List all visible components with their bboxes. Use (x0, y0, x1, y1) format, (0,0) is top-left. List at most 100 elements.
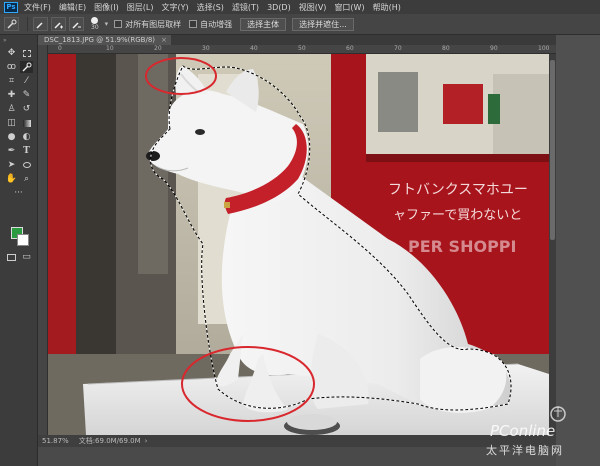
quick-select-tool[interactable] (20, 61, 33, 73)
blur-icon: ● (7, 132, 16, 142)
document-tab-title: DSC_1813.JPG @ 51.9%(RGB/8) (44, 36, 156, 44)
type-tool[interactable]: T (20, 145, 33, 157)
tool-preset-picker[interactable] (4, 17, 19, 31)
menu-image[interactable]: 图像(I) (94, 2, 119, 13)
ruler-tick-label: 90 (490, 45, 498, 52)
divider (27, 17, 28, 31)
hand-icon: ✋ (5, 174, 18, 184)
ruler-tick-label: 80 (442, 45, 450, 52)
zoom-level[interactable]: 51.87% (42, 437, 69, 445)
dodge-tool[interactable]: ◐ (20, 131, 33, 143)
select-and-mask-button[interactable]: 选择并遮住... (292, 17, 354, 31)
brush-tool[interactable]: ✎ (20, 89, 33, 101)
history-brush-tool[interactable]: ↺ (20, 103, 33, 115)
brush-size-value: 30 (91, 24, 99, 31)
eraser-tool[interactable]: ◫ (5, 117, 18, 129)
path-select-icon: ➤ (7, 160, 16, 170)
ruler-tick-label: 70 (394, 45, 402, 52)
zoom-tool[interactable]: ⌕ (20, 173, 33, 185)
eyedropper-tool[interactable]: ⁄ (20, 75, 33, 87)
document-tab-bar: DSC_1813.JPG @ 51.9%(RGB/8) × (38, 35, 600, 45)
gradient-tool[interactable] (20, 117, 33, 129)
move-icon: ✥ (7, 48, 16, 58)
menu-3d[interactable]: 3D(D) (267, 3, 291, 12)
chevron-down-icon[interactable]: ▾ (105, 20, 109, 28)
background-color-swatch[interactable] (17, 234, 29, 246)
pconline-watermark: PConline 太平洋电脑网 (468, 404, 598, 460)
pen-tool[interactable]: ✒ (5, 145, 18, 157)
new-selection-button[interactable] (33, 17, 48, 31)
document-canvas[interactable]: フトバンクスマホユー ャファーで買わないと PER SHOPPI (48, 54, 549, 435)
brush-size-picker[interactable]: 30 (91, 17, 99, 31)
brush-add-icon (54, 21, 63, 29)
zoom-icon: ⌕ (23, 174, 30, 184)
screen-mode-button[interactable]: ▭ (20, 251, 33, 263)
menu-layer[interactable]: 图层(L) (127, 2, 154, 13)
healing-brush-icon: ✚ (7, 90, 16, 100)
blur-tool[interactable]: ● (5, 131, 18, 143)
subtract-from-selection-button[interactable] (69, 17, 84, 31)
ruler-tick-label: 40 (250, 45, 258, 52)
menu-help[interactable]: 帮助(H) (373, 2, 401, 13)
ruler-tick-label: 0 (58, 45, 62, 52)
document-tab[interactable]: DSC_1813.JPG @ 51.9%(RGB/8) × (38, 35, 171, 45)
scroll-thumb[interactable] (550, 60, 555, 240)
quick-mask-button[interactable] (5, 251, 18, 263)
menu-edit[interactable]: 编辑(E) (59, 2, 86, 13)
brush-subtract-icon (72, 21, 81, 29)
stamp-tool[interactable]: ♙ (5, 103, 18, 115)
select-subject-button[interactable]: 选择主体 (240, 17, 287, 31)
menu-filter[interactable]: 滤镜(T) (232, 2, 259, 13)
quick-mask-icon (7, 253, 16, 261)
marquee-tool[interactable] (20, 47, 33, 59)
status-menu-arrow-icon[interactable]: › (145, 437, 148, 445)
ruler-tick-label: 30 (202, 45, 210, 52)
ellipse-shape-icon (22, 162, 31, 168)
healing-tool[interactable]: ✚ (5, 89, 18, 101)
shape-tool[interactable] (20, 159, 33, 171)
sample-all-layers-label: 对所有图层取样 (125, 19, 182, 29)
eyedropper-icon: ⁄ (25, 76, 28, 86)
store-sign-text-2: ャファーで買わないと (393, 208, 522, 223)
ruler-tick-label: 50 (298, 45, 306, 52)
menu-file[interactable]: 文件(F) (24, 2, 51, 13)
ruler-tick-label: 20 (154, 45, 162, 52)
menu-select[interactable]: 选择(S) (197, 2, 224, 13)
more-tools[interactable]: ··· (12, 187, 25, 199)
menu-bar: Ps 文件(F) 编辑(E) 图像(I) 图层(L) 文字(Y) 选择(S) 滤… (0, 0, 600, 14)
vertical-ruler (38, 45, 48, 435)
ruler-tick-label: 60 (346, 45, 354, 52)
close-icon[interactable]: × (161, 36, 167, 44)
quick-select-icon (7, 19, 17, 29)
menu-window[interactable]: 窗口(W) (334, 2, 364, 13)
auto-enhance-checkbox[interactable] (189, 20, 198, 28)
sample-all-layers-checkbox[interactable] (114, 20, 123, 28)
crop-tool[interactable]: ⌗ (5, 75, 18, 87)
eraser-icon: ◫ (7, 118, 16, 128)
more-tools-icon: ··· (14, 188, 23, 198)
brush-tip-icon (91, 17, 99, 24)
store-sign-text: フトバンクスマホユー (388, 182, 528, 198)
menu-type[interactable]: 文字(Y) (161, 2, 188, 13)
photoshop-logo: Ps (4, 1, 18, 13)
ruler-tick-label: 10 (106, 45, 114, 52)
horizontal-ruler: 0 10 20 30 40 50 60 70 80 90 100 (48, 45, 556, 54)
screen-mode-icon: ▭ (22, 252, 31, 262)
menu-view[interactable]: 视图(V) (299, 2, 327, 13)
options-bar: 30 ▾ 对所有图层取样 自动增强 选择主体 选择并遮住... (0, 14, 600, 35)
rect-marquee-icon (22, 49, 31, 57)
pen-icon: ✒ (7, 146, 16, 156)
crop-icon: ⌗ (8, 76, 15, 86)
path-select-tool[interactable]: ➤ (5, 159, 18, 171)
add-to-selection-button[interactable] (51, 17, 66, 31)
gradient-icon (22, 119, 31, 127)
vertical-scrollbar[interactable] (549, 54, 556, 435)
hand-tool[interactable]: ✋ (5, 173, 18, 185)
type-icon: T (23, 146, 30, 156)
move-tool[interactable]: ✥ (5, 47, 18, 59)
brush-icon: ✎ (22, 90, 31, 100)
collapse-arrows-icon[interactable]: » (3, 37, 7, 44)
lasso-tool[interactable]: ꝏ (5, 61, 18, 73)
watermark-site: 太平洋电脑网 (486, 444, 564, 457)
watermark-brand: PConline (490, 422, 556, 440)
